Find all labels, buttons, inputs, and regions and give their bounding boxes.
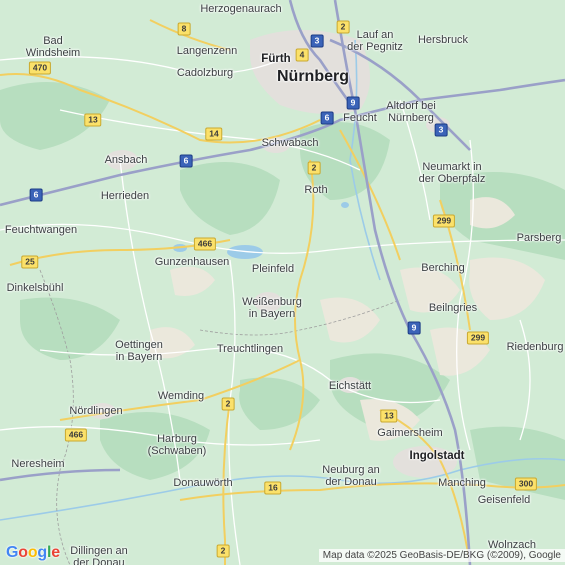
place-label-gaimersheim: Gaimersheim — [377, 427, 443, 439]
map-canvas[interactable]: Herzogenaurach Lauf an der Pegnitz Hersb… — [0, 0, 565, 565]
place-label-cadolzburg: Cadolzburg — [176, 67, 234, 79]
road-shield-2: 2 — [216, 544, 230, 558]
motorway-shield-6: 6 — [179, 154, 193, 168]
google-logo-letter: G — [6, 544, 19, 561]
place-label-manching: Manching — [438, 477, 486, 489]
place-label-donauworth: Donauwörth — [173, 477, 233, 489]
place-label-ansbach: Ansbach — [104, 154, 148, 166]
road-shield-466: 466 — [64, 428, 88, 442]
place-label-feucht: Feucht — [343, 112, 377, 124]
motorway-shield-6: 6 — [320, 111, 334, 125]
place-label-eichstatt: Eichstätt — [328, 380, 372, 392]
place-label-neuburg: Neuburg an der Donau — [322, 464, 380, 488]
place-label-berching: Berching — [421, 262, 465, 274]
road-shield-2: 2 — [221, 397, 235, 411]
place-label-treuchtlingen: Treuchtlingen — [216, 343, 284, 355]
motorway-shield-3: 3 — [310, 34, 324, 48]
place-label-roth: Roth — [304, 184, 328, 196]
place-label-nordlingen: Nördlingen — [69, 405, 123, 417]
place-label-oettingen: Oettingen in Bayern — [115, 339, 163, 363]
road-shield-13: 13 — [84, 113, 102, 127]
place-label-furth: Fürth — [261, 53, 291, 65]
place-label-wemding: Wemding — [157, 390, 205, 402]
place-label-neumarkt: Neumarkt in der Oberpfalz — [418, 161, 486, 185]
place-label-herzogenaurach: Herzogenaurach — [200, 3, 282, 15]
place-label-gunzenhausen: Gunzenhausen — [154, 256, 230, 268]
place-label-feuchtwangen: Feuchtwangen — [4, 224, 78, 236]
place-label-pleinfeld: Pleinfeld — [251, 263, 295, 275]
road-shield-466: 466 — [193, 237, 217, 251]
road-shield-2: 2 — [336, 20, 350, 34]
place-label-bad-windsheim: Bad Windsheim — [25, 35, 81, 59]
place-label-altdorf: Altdorf bei Nürnberg — [386, 100, 436, 124]
motorway-shield-3: 3 — [434, 123, 448, 137]
road-shield-4: 4 — [295, 48, 309, 62]
place-label-riedenburg: Riedenburg — [506, 341, 564, 353]
place-label-geisenfeld: Geisenfeld — [477, 494, 531, 506]
road-shield-13: 13 — [380, 409, 398, 423]
google-logo-letter: e — [51, 544, 60, 561]
motorway-shield-9: 9 — [407, 321, 421, 335]
motorway-shield-6: 6 — [29, 188, 43, 202]
place-label-ingolstadt: Ingolstadt — [409, 450, 465, 462]
place-label-dillingen: Dillingen an der Donau — [70, 545, 128, 565]
google-logo-letter: o — [27, 544, 38, 561]
place-label-harburg: Harburg (Schwaben) — [147, 433, 207, 457]
road-shield-470: 470 — [28, 61, 52, 75]
place-label-weissenburg: Weißenburg in Bayern — [242, 296, 302, 320]
place-label-langenzenn: Langenzenn — [176, 45, 238, 57]
place-label-dinkelsbuhl: Dinkelsbühl — [6, 282, 64, 294]
road-shield-16: 16 — [264, 481, 282, 495]
place-label-nurnberg: Nürnberg — [277, 68, 349, 85]
road-shield-14: 14 — [205, 127, 223, 141]
place-label-herrieden: Herrieden — [100, 190, 150, 202]
google-logo-letter: o — [18, 544, 28, 561]
road-shield-2: 2 — [307, 161, 321, 175]
place-label-schwabach: Schwabach — [261, 137, 319, 149]
road-shield-299: 299 — [466, 331, 490, 345]
map-attribution[interactable]: Map data ©2025 GeoBasis-DE/BKG (©2009), … — [318, 549, 565, 562]
motorway-shield-9: 9 — [346, 96, 360, 110]
road-shield-25: 25 — [21, 255, 39, 269]
place-label-lauf: Lauf an der Pegnitz — [347, 29, 403, 53]
google-logo-letter: g — [37, 544, 47, 561]
google-logo-text: Google — [6, 544, 60, 561]
google-logo[interactable]: Google — [6, 544, 60, 562]
road-shield-300: 300 — [514, 477, 538, 491]
road-shield-299: 299 — [432, 214, 456, 228]
place-label-parsberg: Parsberg — [516, 232, 562, 244]
place-label-hersbruck: Hersbruck — [417, 34, 469, 46]
place-label-neresheim: Neresheim — [11, 458, 65, 470]
road-shield-8: 8 — [177, 22, 191, 36]
place-label-beilngries: Beilngries — [428, 302, 478, 314]
